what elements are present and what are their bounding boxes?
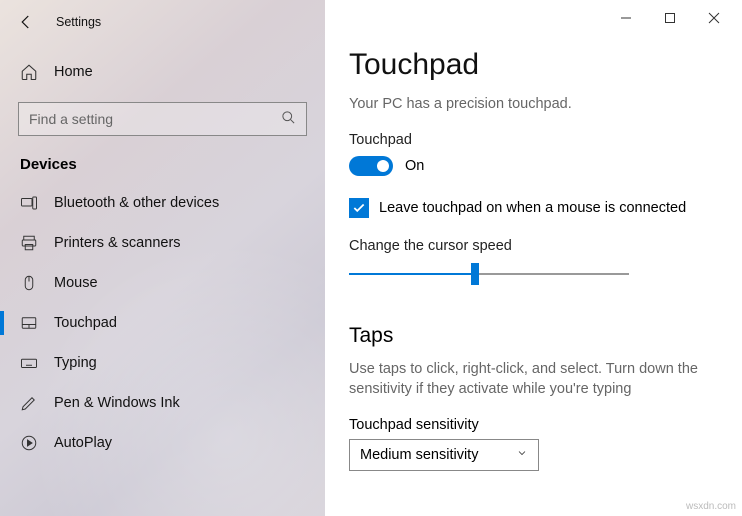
chevron-down-icon bbox=[516, 447, 528, 463]
nav-home[interactable]: Home bbox=[0, 52, 325, 92]
maximize-button[interactable] bbox=[648, 4, 692, 32]
touchpad-icon bbox=[20, 314, 38, 332]
taps-header: Taps bbox=[349, 324, 714, 348]
sidebar-item-bluetooth[interactable]: Bluetooth & other devices bbox=[0, 183, 325, 223]
sidebar-item-autoplay[interactable]: AutoPlay bbox=[0, 423, 325, 463]
sidebar-item-printers[interactable]: Printers & scanners bbox=[0, 223, 325, 263]
printer-icon bbox=[20, 234, 38, 252]
keyboard-icon bbox=[20, 354, 38, 372]
touchpad-toggle-state: On bbox=[405, 158, 424, 174]
search-icon bbox=[281, 110, 296, 128]
cursor-speed-label: Change the cursor speed bbox=[349, 238, 714, 254]
sidebar-item-label: Bluetooth & other devices bbox=[54, 195, 219, 211]
sidebar-item-pen[interactable]: Pen & Windows Ink bbox=[0, 383, 325, 423]
pen-icon bbox=[20, 394, 38, 412]
sensitivity-select[interactable]: Medium sensitivity bbox=[349, 439, 539, 471]
watermark: wsxdn.com bbox=[686, 501, 736, 512]
sidebar-item-label: Typing bbox=[54, 355, 97, 371]
sidebar-item-label: Pen & Windows Ink bbox=[54, 395, 180, 411]
devices-icon bbox=[20, 194, 38, 212]
touchpad-toggle[interactable] bbox=[349, 156, 393, 176]
taps-description: Use taps to click, right-click, and sele… bbox=[349, 360, 714, 399]
leave-on-checkbox[interactable] bbox=[349, 198, 369, 218]
leave-on-checkbox-label: Leave touchpad on when a mouse is connec… bbox=[379, 200, 686, 216]
sidebar-item-label: Touchpad bbox=[54, 315, 117, 331]
search-box[interactable] bbox=[18, 102, 307, 136]
page-subtitle: Your PC has a precision touchpad. bbox=[349, 96, 714, 112]
close-button[interactable] bbox=[692, 4, 736, 32]
minimize-button[interactable] bbox=[604, 4, 648, 32]
mouse-icon bbox=[20, 274, 38, 292]
sidebar-item-typing[interactable]: Typing bbox=[0, 343, 325, 383]
cursor-speed-slider[interactable] bbox=[349, 264, 629, 286]
sidebar-item-mouse[interactable]: Mouse bbox=[0, 263, 325, 303]
nav-home-label: Home bbox=[54, 64, 93, 80]
sensitivity-label: Touchpad sensitivity bbox=[349, 417, 714, 433]
sidebar-item-touchpad[interactable]: Touchpad bbox=[0, 303, 325, 343]
autoplay-icon bbox=[20, 434, 38, 452]
sidebar-item-label: AutoPlay bbox=[54, 435, 112, 451]
back-button[interactable] bbox=[14, 10, 38, 34]
sidebar-item-label: Mouse bbox=[54, 275, 98, 291]
sensitivity-value: Medium sensitivity bbox=[360, 447, 478, 463]
search-input[interactable] bbox=[29, 111, 281, 127]
touchpad-toggle-label: Touchpad bbox=[349, 132, 714, 148]
window-title: Settings bbox=[56, 15, 101, 29]
home-icon bbox=[20, 63, 38, 81]
page-title: Touchpad bbox=[349, 48, 714, 82]
sidebar-item-label: Printers & scanners bbox=[54, 235, 181, 251]
sidebar-section-header: Devices bbox=[0, 136, 325, 183]
